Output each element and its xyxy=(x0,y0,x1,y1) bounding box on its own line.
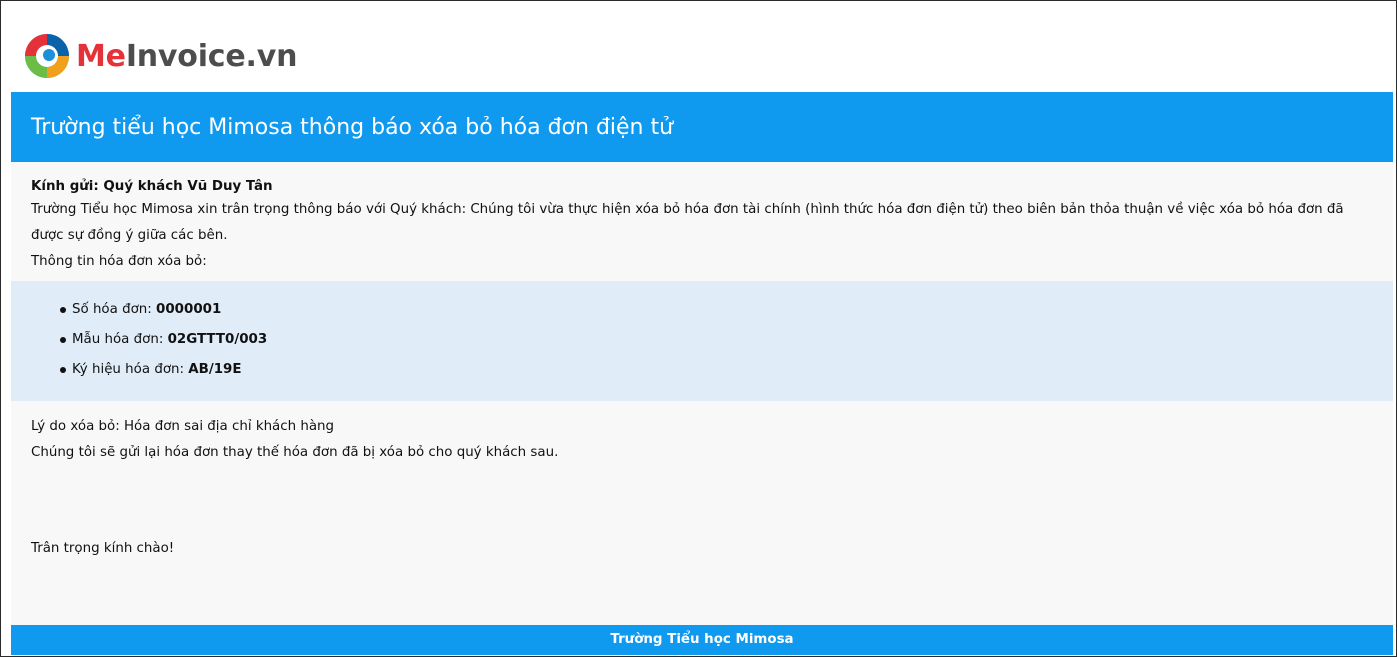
brand-wordmark: MeInvoice.vn xyxy=(76,38,298,74)
meinvoice-logo-icon xyxy=(24,30,72,82)
footer-sender: Trường Tiểu học Mimosa xyxy=(11,625,1393,655)
list-item: Số hóa đơn: 0000001 xyxy=(60,298,1393,328)
info-heading: Thông tin hóa đơn xóa bỏ: xyxy=(31,254,207,269)
closing-section: Lý do xóa bỏ: Hóa đơn sai địa chỉ khách … xyxy=(11,401,1393,562)
card-header: Trường tiểu học Mimosa thông báo xóa bỏ … xyxy=(11,92,1393,162)
notification-card: Trường tiểu học Mimosa thông báo xóa bỏ … xyxy=(11,92,1393,655)
invoice-template-label: Mẫu hóa đơn: xyxy=(72,332,168,347)
invoice-template-value: 02GTTT0/003 xyxy=(167,332,268,347)
list-item: Ký hiệu hóa đơn: AB/19E xyxy=(60,358,1393,388)
greeting-section: Kính gửi: Quý khách Vũ Duy Tân Trường Ti… xyxy=(11,162,1393,275)
list-item: Mẫu hóa đơn: 02GTTT0/003 xyxy=(60,328,1393,358)
invoice-number-label: Số hóa đơn: xyxy=(72,302,157,317)
page-title: Trường tiểu học Mimosa thông báo xóa bỏ … xyxy=(31,114,674,140)
brand-logo[interactable]: MeInvoice.vn xyxy=(24,30,297,82)
signoff: Trân trọng kính chào! xyxy=(31,541,175,556)
salutation: Kính gửi: Quý khách Vũ Duy Tân xyxy=(31,179,273,194)
resend-note: Chúng tôi sẽ gửi lại hóa đơn thay thế hó… xyxy=(31,445,559,460)
invoice-number-value: 0000001 xyxy=(156,302,222,317)
invoice-info-list: Số hóa đơn: 0000001 Mẫu hóa đơn: 02GTTT0… xyxy=(11,281,1393,401)
invoice-series-label: Ký hiệu hóa đơn: xyxy=(72,362,189,377)
invoice-series-value: AB/19E xyxy=(188,362,242,377)
cancel-reason: Lý do xóa bỏ: Hóa đơn sai địa chỉ khách … xyxy=(31,419,335,434)
intro-paragraph: Trường Tiểu học Mimosa xin trân trọng th… xyxy=(31,202,1344,243)
